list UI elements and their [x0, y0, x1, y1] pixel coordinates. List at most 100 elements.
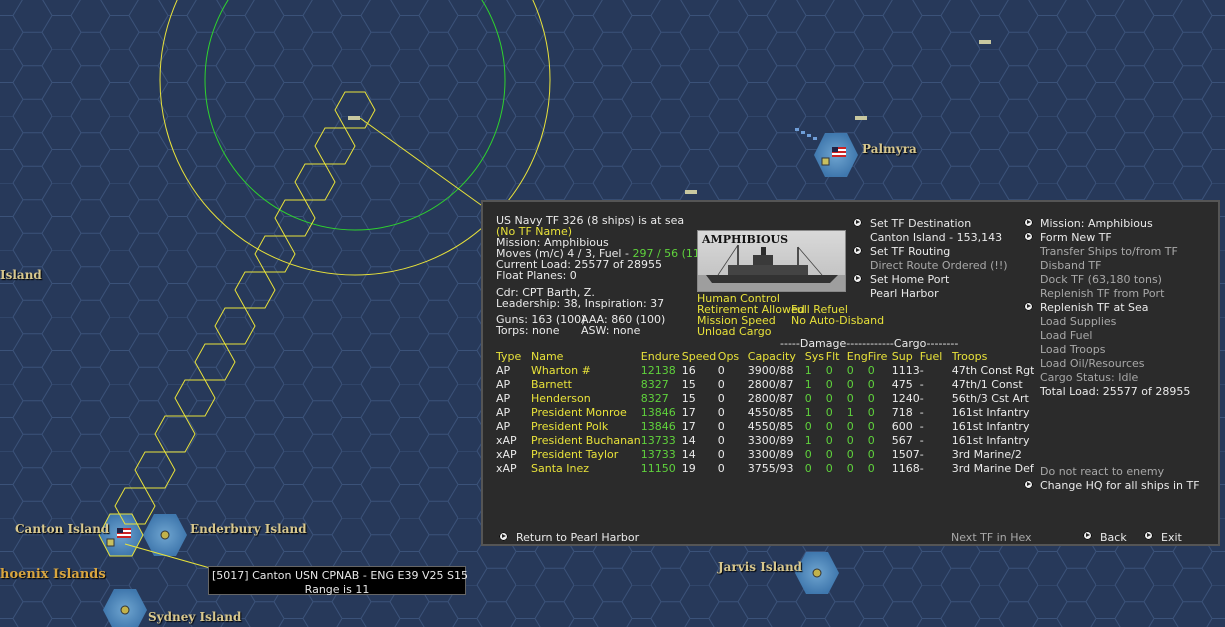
replenish-port-button[interactable]: Replenish TF from Port	[1040, 287, 1164, 300]
ship-endure: 8327	[640, 391, 669, 405]
col-name[interactable]: Name	[531, 349, 641, 363]
ship-ops: 0	[717, 447, 725, 461]
ship-name[interactable]: President Polk	[531, 419, 641, 433]
col-fire[interactable]: Fire	[868, 349, 892, 363]
ship-speed: 14	[681, 447, 696, 461]
table-row[interactable]: AP President Monroe 13846 17 0 4550/85 1…	[496, 405, 1034, 419]
ship-name[interactable]: President Buchanan	[531, 433, 641, 447]
return-to-port-button[interactable]: Return to Pearl Harbor	[516, 531, 639, 544]
ship-troops: 47th Const Rgt	[951, 363, 1035, 377]
load-oil-button[interactable]: Load Oil/Resources	[1040, 357, 1145, 370]
ship-name[interactable]: Barnett	[531, 377, 641, 391]
ship-flt: 0	[825, 377, 833, 391]
auto-disband-toggle[interactable]: No Auto-Disband	[791, 314, 884, 327]
next-tf-button[interactable]: Next TF in Hex	[951, 531, 1032, 544]
back-arrow-icon[interactable]	[1083, 531, 1092, 540]
table-row[interactable]: AP President Polk 13846 17 0 4550/85 0 0…	[496, 419, 1034, 433]
jarvis-island-label: Jarvis Island	[718, 560, 803, 574]
form-new-tf-button[interactable]: Form New TF	[1040, 231, 1112, 244]
table-row[interactable]: AP Wharton # 12138 16 0 3900/88 1 0 0 0 …	[496, 363, 1034, 377]
change-hq-button[interactable]: Change HQ for all ships in TF	[1040, 479, 1200, 492]
col-eng[interactable]: Eng	[847, 349, 868, 363]
ship-troops: 161st Infantry	[951, 405, 1030, 419]
col-fuel[interactable]: Fuel	[920, 349, 952, 363]
set-home-port-button[interactable]: Set Home Port	[870, 273, 949, 286]
set-destination-button[interactable]: Set TF Destination	[870, 217, 971, 230]
ship-ops: 0	[717, 377, 725, 391]
ship-sys: 0	[804, 447, 812, 461]
set-routing-button[interactable]: Set TF Routing	[870, 245, 950, 258]
ship-eng: 1	[846, 405, 854, 419]
load-supplies-button[interactable]: Load Supplies	[1040, 315, 1116, 328]
col-speed[interactable]: Speed	[682, 349, 718, 363]
ship-fuel: -	[919, 447, 924, 461]
ship-name[interactable]: President Taylor	[531, 447, 641, 461]
disband-tf-button[interactable]: Disband TF	[1040, 259, 1101, 272]
return-arrow-icon[interactable]	[499, 532, 508, 541]
col-flt[interactable]: Flt	[826, 349, 847, 363]
ship-icon[interactable]	[685, 190, 697, 194]
mission-arrow-icon[interactable]	[1024, 218, 1033, 227]
table-row[interactable]: AP Barnett 8327 15 0 2800/87 1 0 0 0 475…	[496, 377, 1034, 391]
phoenix-islands-label: hoenix Islands	[0, 567, 106, 582]
back-button[interactable]: Back	[1100, 531, 1127, 544]
col-type[interactable]: Type	[496, 349, 531, 363]
table-row[interactable]: xAP President Taylor 13733 14 0 3300/89 …	[496, 447, 1034, 461]
palmyra-label: Palmyra	[862, 142, 917, 156]
col-troops[interactable]: Troops	[952, 349, 1035, 363]
ship-troops: 47th/1 Const	[951, 377, 1023, 391]
change-hq-arrow-icon[interactable]	[1024, 480, 1033, 489]
ship-sys: 1	[804, 363, 812, 377]
mission-button[interactable]: Mission: Amphibious	[1040, 217, 1153, 230]
ship-endure: 13846	[640, 405, 676, 419]
exit-arrow-icon[interactable]	[1144, 531, 1153, 540]
ship-endure: 13733	[640, 447, 676, 461]
enemy-ship-icon[interactable]	[855, 116, 867, 120]
destination-arrow-icon[interactable]	[853, 218, 862, 227]
no-react-button[interactable]: Do not react to enemy	[1040, 465, 1164, 478]
ship-fire: 0	[867, 391, 875, 405]
ship-fuel: -	[919, 433, 924, 447]
ship-endure: 13846	[640, 419, 676, 433]
exit-button[interactable]: Exit	[1161, 531, 1182, 544]
ship-troops: 3rd Marine/2	[951, 447, 1022, 461]
ship-table: Type Name Endure Speed Ops Capacity Sys …	[496, 349, 1034, 475]
ship-name[interactable]: Wharton #	[531, 363, 641, 377]
ship-speed: 15	[681, 391, 696, 405]
replenish-sea-arrow-icon[interactable]	[1024, 302, 1033, 311]
col-capacity[interactable]: Capacity	[748, 349, 805, 363]
table-row[interactable]: xAP President Buchanan 13733 14 0 3300/8…	[496, 433, 1034, 447]
table-row[interactable]: xAP Santa Inez 11150 19 0 3755/93 0 0 0 …	[496, 461, 1034, 475]
col-ops[interactable]: Ops	[718, 349, 748, 363]
ship-sys: 0	[804, 461, 812, 475]
taskforce-ship-icon[interactable]	[348, 116, 360, 120]
ship-eng: 0	[846, 419, 854, 433]
col-endure[interactable]: Endure	[641, 349, 682, 363]
ship-troops: 56th/3 Cst Art	[951, 391, 1029, 405]
ship-flt: 0	[825, 405, 833, 419]
ship-icon[interactable]	[979, 40, 991, 44]
routing-arrow-icon[interactable]	[853, 246, 862, 255]
table-row[interactable]: AP Henderson 8327 15 0 2800/87 0 0 0 0 1…	[496, 391, 1034, 405]
col-sys[interactable]: Sys	[805, 349, 826, 363]
ship-speed: 17	[681, 419, 696, 433]
ship-name[interactable]: Henderson	[531, 391, 641, 405]
form-new-arrow-icon[interactable]	[1024, 232, 1033, 241]
ship-flt: 0	[825, 461, 833, 475]
ship-fire: 0	[867, 377, 875, 391]
transfer-ships-button[interactable]: Transfer Ships to/from TF	[1040, 245, 1178, 258]
ship-type: AP	[496, 377, 511, 391]
ship-name[interactable]: Santa Inez	[531, 461, 641, 475]
replenish-sea-button[interactable]: Replenish TF at Sea	[1040, 301, 1149, 314]
ship-sys: 1	[804, 433, 812, 447]
ship-name[interactable]: President Monroe	[531, 405, 641, 419]
dock-tf-button[interactable]: Dock TF (63,180 tons)	[1040, 273, 1162, 286]
load-troops-button[interactable]: Load Troops	[1040, 343, 1105, 356]
ship-capacity: 3755/93	[747, 461, 794, 475]
unload-cargo-toggle[interactable]: Unload Cargo	[697, 325, 772, 338]
load-fuel-button[interactable]: Load Fuel	[1040, 329, 1092, 342]
col-sup[interactable]: Sup	[892, 349, 920, 363]
routing-value: Direct Route Ordered (!!)	[870, 259, 1008, 272]
home-port-arrow-icon[interactable]	[853, 274, 862, 283]
ship-fire: 0	[867, 363, 875, 377]
